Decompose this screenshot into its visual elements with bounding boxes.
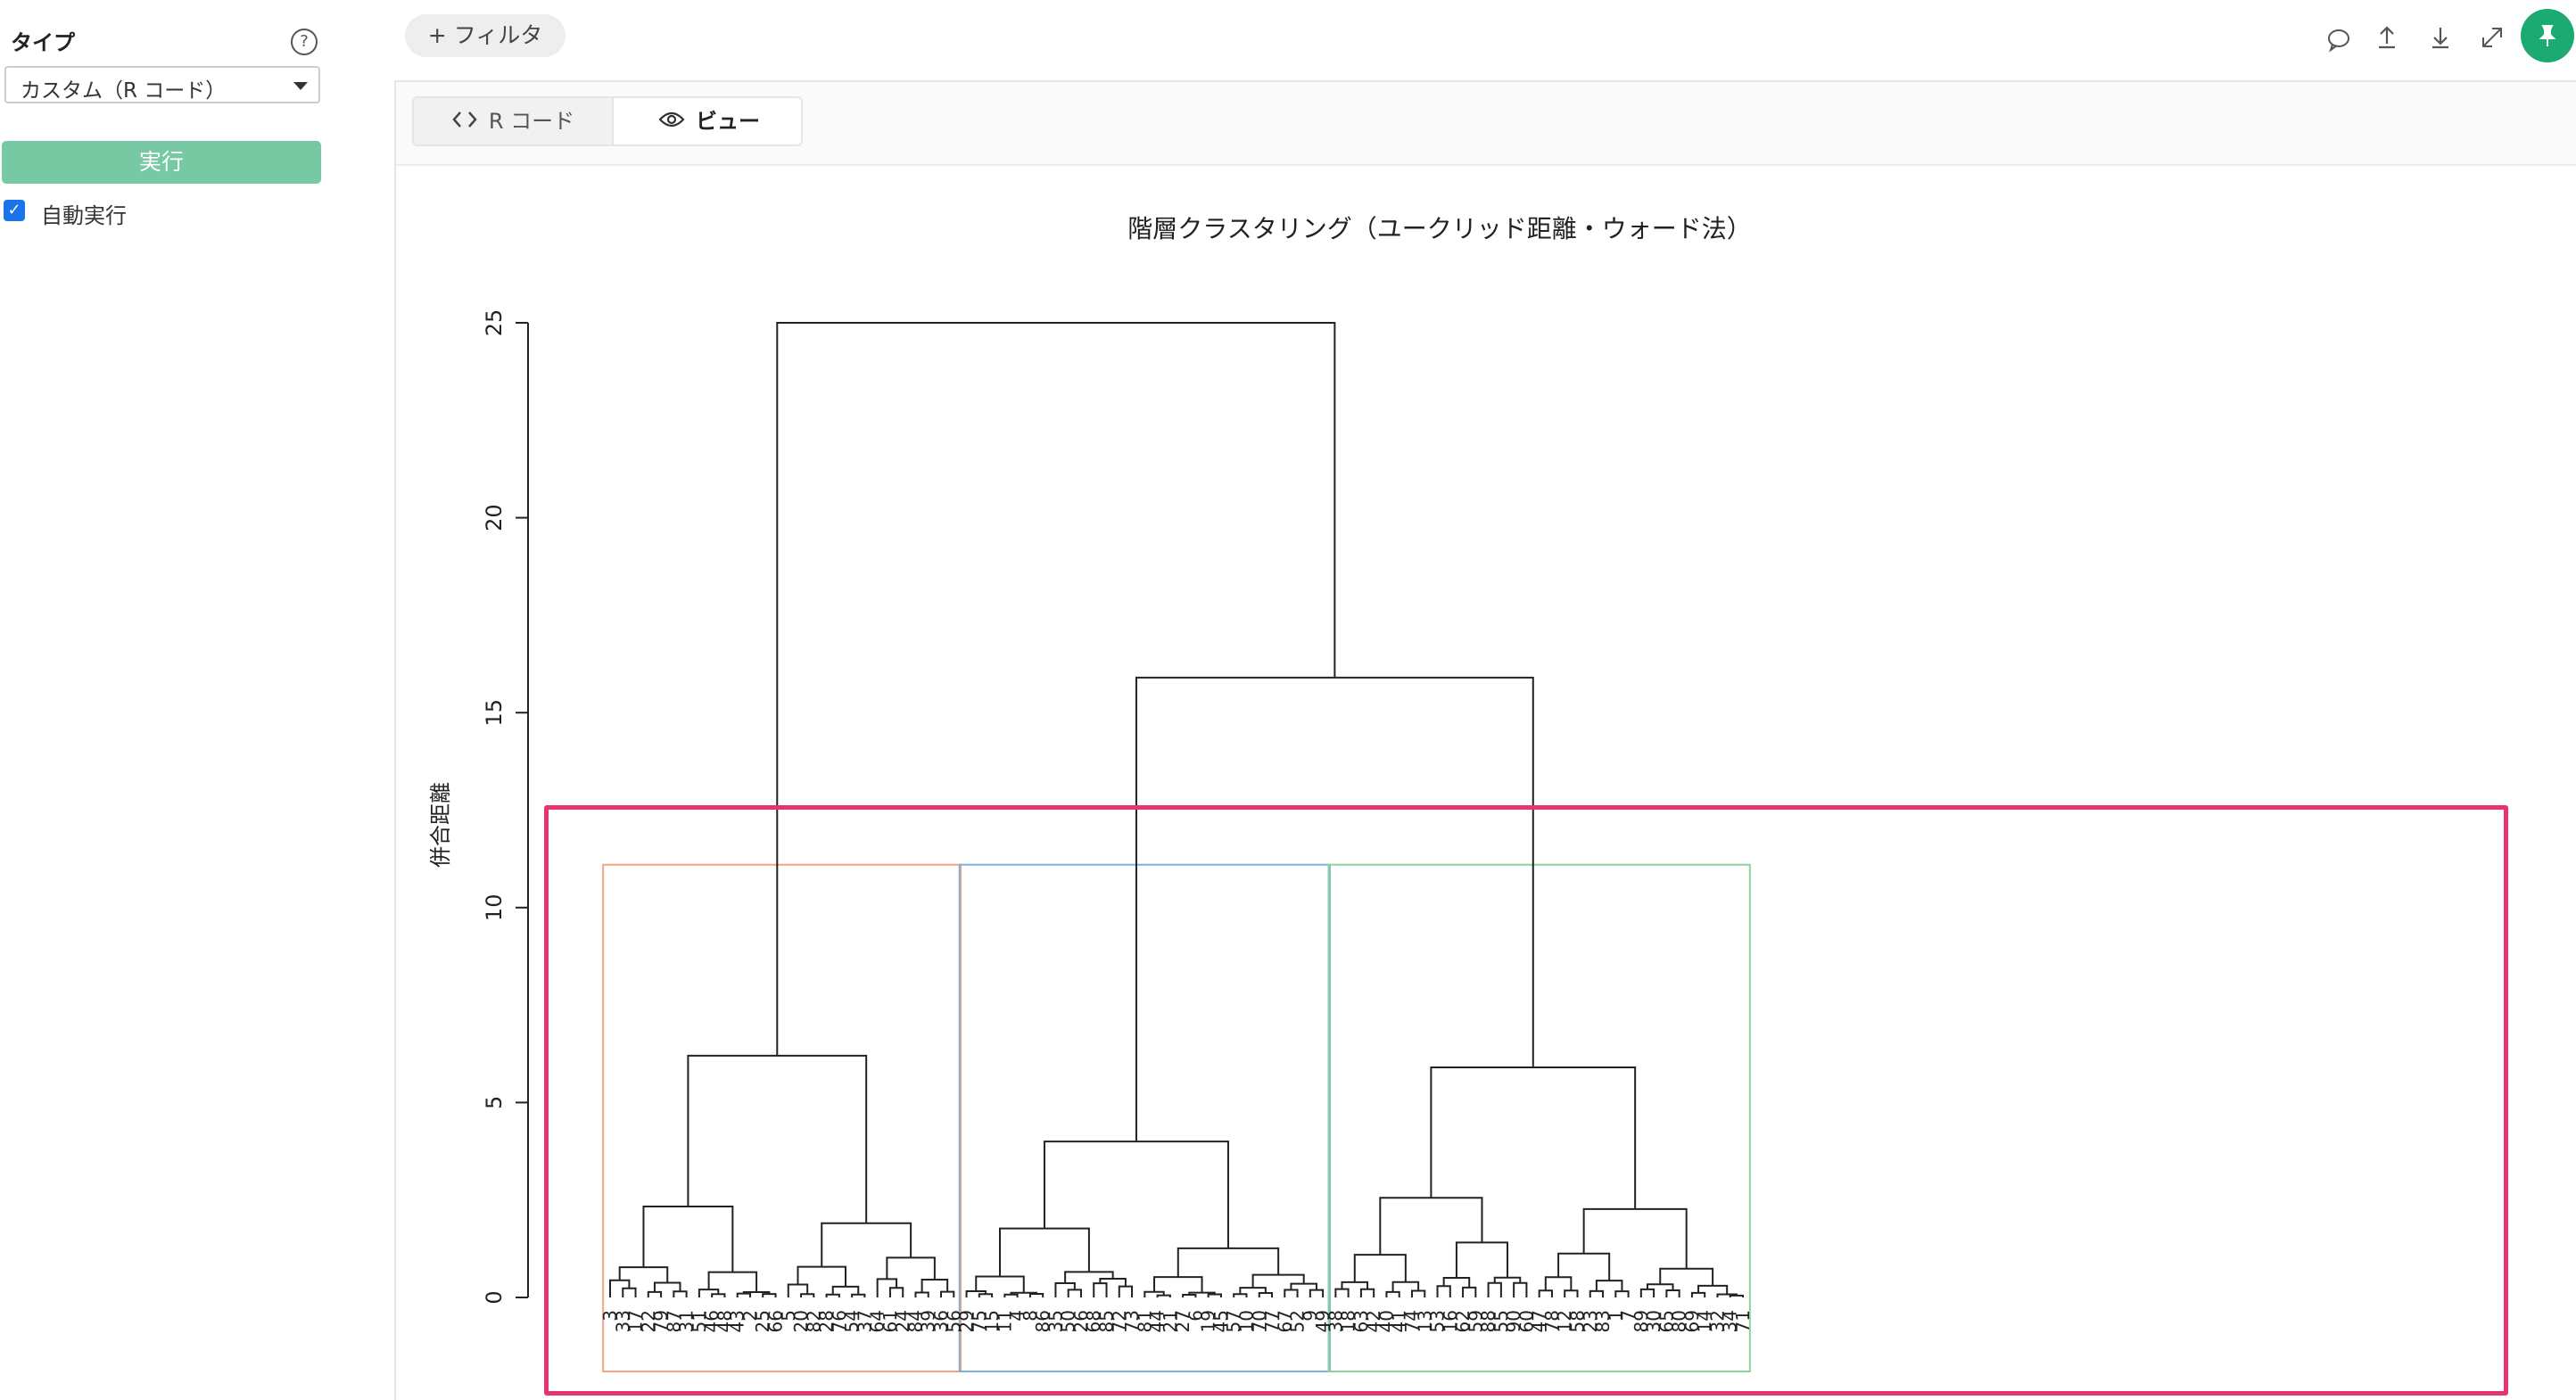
- type-label: タイプ: [11, 30, 75, 55]
- y-tick-label: 0: [482, 1290, 507, 1304]
- y-tick-label: 20: [482, 504, 507, 531]
- caret-down-icon: [293, 82, 308, 90]
- y-axis: 0 5 10 15 20 25: [482, 309, 529, 1305]
- pin-button[interactable]: [2521, 9, 2574, 62]
- download-icon[interactable]: [2423, 20, 2458, 55]
- y-tick-label: 25: [482, 309, 507, 337]
- filter-button[interactable]: + フィルタ: [405, 14, 566, 57]
- auto-run-checkbox[interactable]: ✓: [4, 200, 25, 221]
- y-axis-label: 併合距離: [428, 782, 453, 868]
- expand-icon[interactable]: [2474, 20, 2510, 55]
- eye-icon: [658, 99, 685, 144]
- tab-r-code-label: R コード: [488, 109, 575, 134]
- auto-run-label: 自動実行: [41, 203, 127, 228]
- chart-title: 階層クラスタリング（ユークリッド距離・ウォード法）: [1127, 214, 1751, 243]
- type-select[interactable]: カスタム（R コード）: [4, 66, 320, 103]
- sidebar: タイプ ? カスタム（R コード） 実行 ✓ 自動実行: [0, 0, 339, 1400]
- tab-r-code[interactable]: R コード: [414, 98, 612, 144]
- y-tick-label: 5: [482, 1096, 507, 1109]
- type-select-value: カスタム（R コード）: [21, 79, 227, 103]
- view-tabs: R コード ビュー: [412, 96, 803, 146]
- comment-icon[interactable]: [2321, 21, 2357, 57]
- y-tick-label: 10: [482, 894, 507, 922]
- card-header: R コード ビュー: [396, 82, 2576, 166]
- pin-icon: [2539, 25, 2556, 46]
- help-icon[interactable]: ?: [291, 29, 318, 55]
- highlight-box: [544, 805, 2508, 1396]
- tab-view-label: ビュー: [696, 109, 760, 134]
- tab-view[interactable]: ビュー: [612, 98, 801, 144]
- code-icon: [451, 99, 478, 144]
- y-tick-label: 15: [482, 699, 507, 727]
- upload-icon[interactable]: [2369, 20, 2405, 55]
- run-button[interactable]: 実行: [2, 141, 321, 184]
